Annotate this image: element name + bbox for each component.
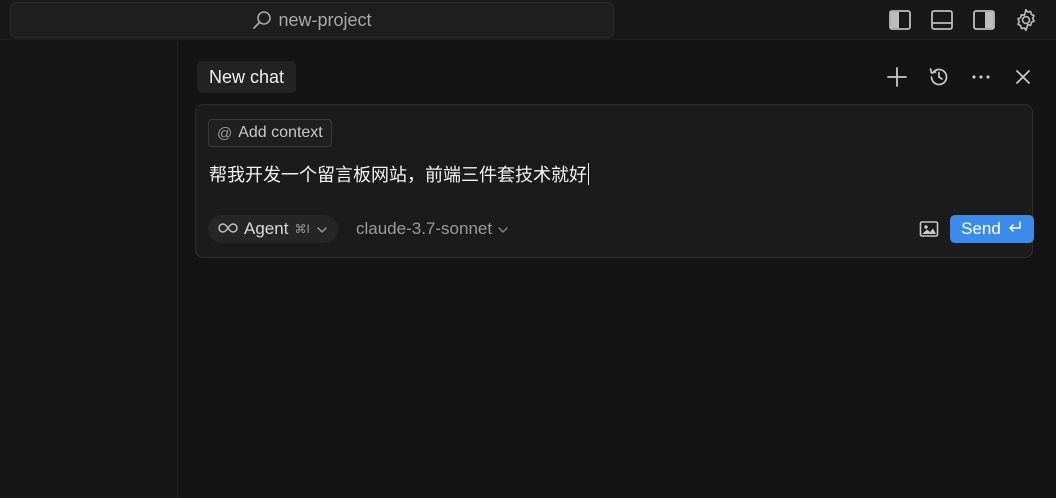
chat-composer: @ Add context 帮我开发一个留言板网站，前端三件套技术就好 Agen… <box>195 104 1034 258</box>
panel-bottom-icon[interactable] <box>926 6 958 34</box>
history-icon[interactable] <box>922 61 956 93</box>
prompt-input[interactable]: 帮我开发一个留言板网站，前端三件套技术就好 <box>209 161 589 187</box>
send-label: Send <box>961 219 1001 238</box>
image-icon[interactable] <box>916 217 942 241</box>
enter-key-icon <box>1007 219 1023 239</box>
close-icon[interactable] <box>1006 61 1040 93</box>
at-icon: @ <box>217 124 233 142</box>
chevron-down-icon <box>497 219 509 239</box>
add-context-label: Add context <box>238 124 323 141</box>
more-icon[interactable] <box>964 61 998 93</box>
model-label: claude-3.7-sonnet <box>356 219 493 238</box>
add-context-button[interactable]: @ Add context <box>208 119 332 147</box>
mode-shortcut: ⌘I <box>294 222 310 236</box>
title-bar: new-project <box>0 0 1056 40</box>
sidebar-right-icon[interactable] <box>968 6 1000 34</box>
gear-icon[interactable] <box>1010 6 1042 34</box>
infinity-icon <box>218 219 238 239</box>
send-button[interactable]: Send <box>950 215 1034 243</box>
sidebar-left-icon[interactable] <box>884 6 916 34</box>
sidebar <box>0 41 178 498</box>
tab-new-chat[interactable]: New chat <box>197 61 297 93</box>
text-caret <box>588 163 589 185</box>
mode-label: Agent <box>244 219 289 238</box>
search-label: new-project <box>278 9 372 30</box>
command-search[interactable]: new-project <box>10 2 614 38</box>
plus-icon[interactable] <box>880 61 914 93</box>
agent-mode-selector[interactable]: Agent ⌘I <box>208 215 338 243</box>
chat-panel: New chat @ Add context 帮我开发一个留言板网站，前端三件套… <box>179 41 1056 498</box>
prompt-text: 帮我开发一个留言板网站，前端三件套技术就好 <box>209 165 587 185</box>
chevron-down-icon <box>316 219 328 239</box>
chat-header: New chat <box>197 61 1040 93</box>
model-selector[interactable]: claude-3.7-sonnet <box>356 215 509 243</box>
search-icon <box>252 10 272 30</box>
